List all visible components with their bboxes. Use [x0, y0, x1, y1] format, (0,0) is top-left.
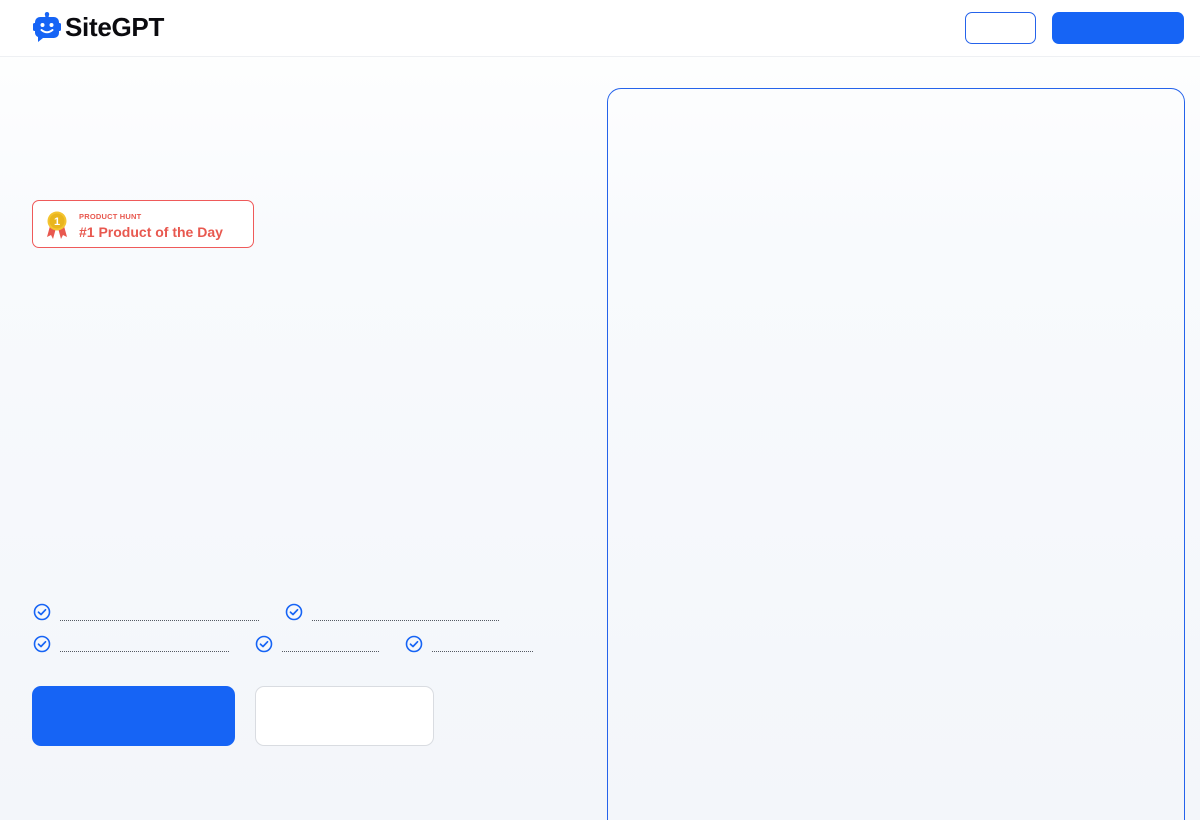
secondary-cta-button[interactable]: [255, 686, 434, 746]
feature-item-3: [60, 651, 229, 652]
site-logo[interactable]: SiteGPT: [32, 12, 164, 42]
login-button[interactable]: [965, 12, 1036, 44]
product-hunt-badge[interactable]: 1 PRODUCT HUNT #1 Product of the Day: [32, 200, 254, 248]
check-circle-icon: [33, 635, 51, 653]
feature-item-5: [432, 651, 533, 652]
feature-item-2: [312, 620, 499, 621]
feature-item-4: [282, 651, 379, 652]
check-circle-icon: [33, 603, 51, 621]
feature-item-1: [60, 620, 259, 621]
demo-chat-panel[interactable]: [607, 88, 1185, 820]
signup-button[interactable]: [1052, 12, 1184, 44]
medal-icon: 1: [47, 211, 67, 239]
landing-page: SiteGPT 1 PRODUCT HUNT #1 Product of the…: [0, 0, 1200, 820]
logo-text: SiteGPT: [65, 12, 165, 42]
check-circle-icon: [255, 635, 273, 653]
check-circle-icon: [285, 603, 303, 621]
top-navigation: SiteGPT: [0, 0, 1200, 57]
medal-number: 1: [54, 216, 60, 228]
badge-title: #1 Product of the Day: [79, 224, 223, 240]
robot-chat-icon: [33, 12, 61, 42]
primary-cta-button[interactable]: [32, 686, 235, 746]
check-circle-icon: [405, 635, 423, 653]
badge-kicker: PRODUCT HUNT: [79, 212, 142, 221]
